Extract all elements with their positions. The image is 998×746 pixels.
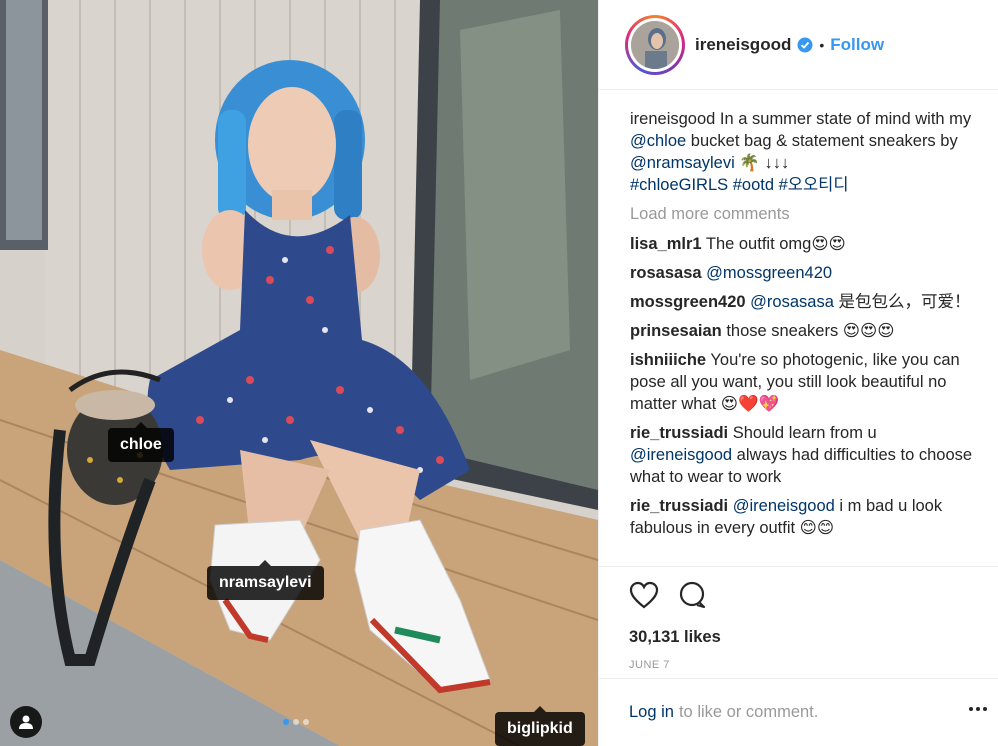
carousel-indicator: [283, 719, 309, 725]
login-link[interactable]: Log in: [629, 703, 674, 722]
post-username[interactable]: ireneisgood: [695, 35, 791, 55]
post-photo[interactable]: chloe nramsaylevi biglipkid: [0, 0, 598, 746]
comment-username[interactable]: ishniiiche: [630, 351, 706, 369]
post-date: JUNE 7: [629, 659, 670, 671]
comment-mention[interactable]: @ireneisgood: [630, 446, 732, 464]
post-sidebar: ireneisgood • Follow ireneisgood In a su…: [598, 0, 998, 746]
login-prompt-text: to like or comment.: [678, 703, 819, 721]
comment-text: Should learn from u: [732, 424, 877, 442]
comment-username[interactable]: rosasasa: [630, 264, 702, 282]
photo-scene: [0, 0, 598, 746]
post-caption: ireneisgood In a summer state of mind wi…: [630, 108, 980, 196]
comment-item: rie_trussiadi @ireneisgood i m bad u loo…: [630, 495, 980, 539]
person-tag-icon: [19, 715, 33, 729]
load-more-comments-link[interactable]: Load more comments: [630, 203, 980, 225]
post-actions: 30,131 likes JUNE 7: [599, 566, 998, 671]
speech-bubble-icon[interactable]: [677, 581, 707, 614]
comment-text: The outfit omg😍😍: [705, 235, 846, 253]
like-count[interactable]: 30,131 likes: [629, 628, 998, 647]
separator-dot: •: [819, 36, 825, 53]
comment-item: rosasasa @mossgreen420: [630, 262, 980, 284]
comment-item: lisa_mlr1 The outfit omg😍😍: [630, 233, 980, 255]
caption-hashtag[interactable]: #오오티디: [779, 176, 849, 194]
comment-username[interactable]: lisa_mlr1: [630, 235, 702, 253]
comment-text: those sneakers 😍😍😍: [726, 322, 895, 340]
carousel-dot: [293, 719, 299, 725]
comment-item: rie_trussiadi Should learn from u @irene…: [630, 422, 980, 488]
comment-mention[interactable]: @ireneisgood: [733, 497, 835, 515]
caption-hashtag[interactable]: #chloeGIRLS: [630, 176, 728, 194]
avatar-image: [631, 20, 679, 69]
comment-username[interactable]: mossgreen420: [630, 293, 746, 311]
caption-mention[interactable]: @chloe: [630, 132, 686, 150]
comments-list[interactable]: ireneisgood In a summer state of mind wi…: [630, 108, 980, 568]
post-header: ireneisgood • Follow: [599, 0, 998, 90]
caption-username[interactable]: ireneisgood: [630, 110, 715, 128]
caption-emoji: 🌴 ↓↓↓: [739, 154, 790, 172]
user-tags-button[interactable]: [10, 706, 42, 738]
photo-tag-nramsaylevi[interactable]: nramsaylevi: [207, 560, 324, 600]
comment-username[interactable]: rie_trussiadi: [630, 424, 728, 442]
photo-tag-biglipkid[interactable]: biglipkid: [495, 706, 585, 746]
verified-badge-icon: [797, 37, 813, 53]
comment-text: 是包包么，可爱！: [838, 293, 971, 311]
heart-icon[interactable]: [629, 581, 659, 614]
photo-tag-chloe[interactable]: chloe: [108, 422, 174, 462]
caption-hashtag[interactable]: #ootd: [733, 176, 774, 194]
carousel-dot: [283, 719, 289, 725]
avatar[interactable]: [625, 14, 685, 75]
comment-item: prinsesaian those sneakers 😍😍😍: [630, 320, 980, 342]
caption-text: In a summer state of mind with my: [719, 110, 972, 128]
comment-mention[interactable]: @rosasasa: [750, 293, 834, 311]
comment-mention[interactable]: @mossgreen420: [706, 264, 832, 282]
comment-footer: Log in to like or comment.: [599, 678, 998, 746]
comment-item: mossgreen420 @rosasasa 是包包么，可爱！: [630, 291, 980, 313]
carousel-dot: [303, 719, 309, 725]
caption-text: bucket bag & statement sneakers by: [690, 132, 958, 150]
caption-mention[interactable]: @nramsaylevi: [630, 154, 735, 172]
comment-username[interactable]: rie_trussiadi: [630, 497, 728, 515]
comment-username[interactable]: prinsesaian: [630, 322, 722, 340]
follow-button[interactable]: Follow: [830, 35, 884, 55]
more-options-icon[interactable]: [969, 707, 987, 711]
comment-item: ishniiiche You're so photogenic, like yo…: [630, 349, 980, 415]
